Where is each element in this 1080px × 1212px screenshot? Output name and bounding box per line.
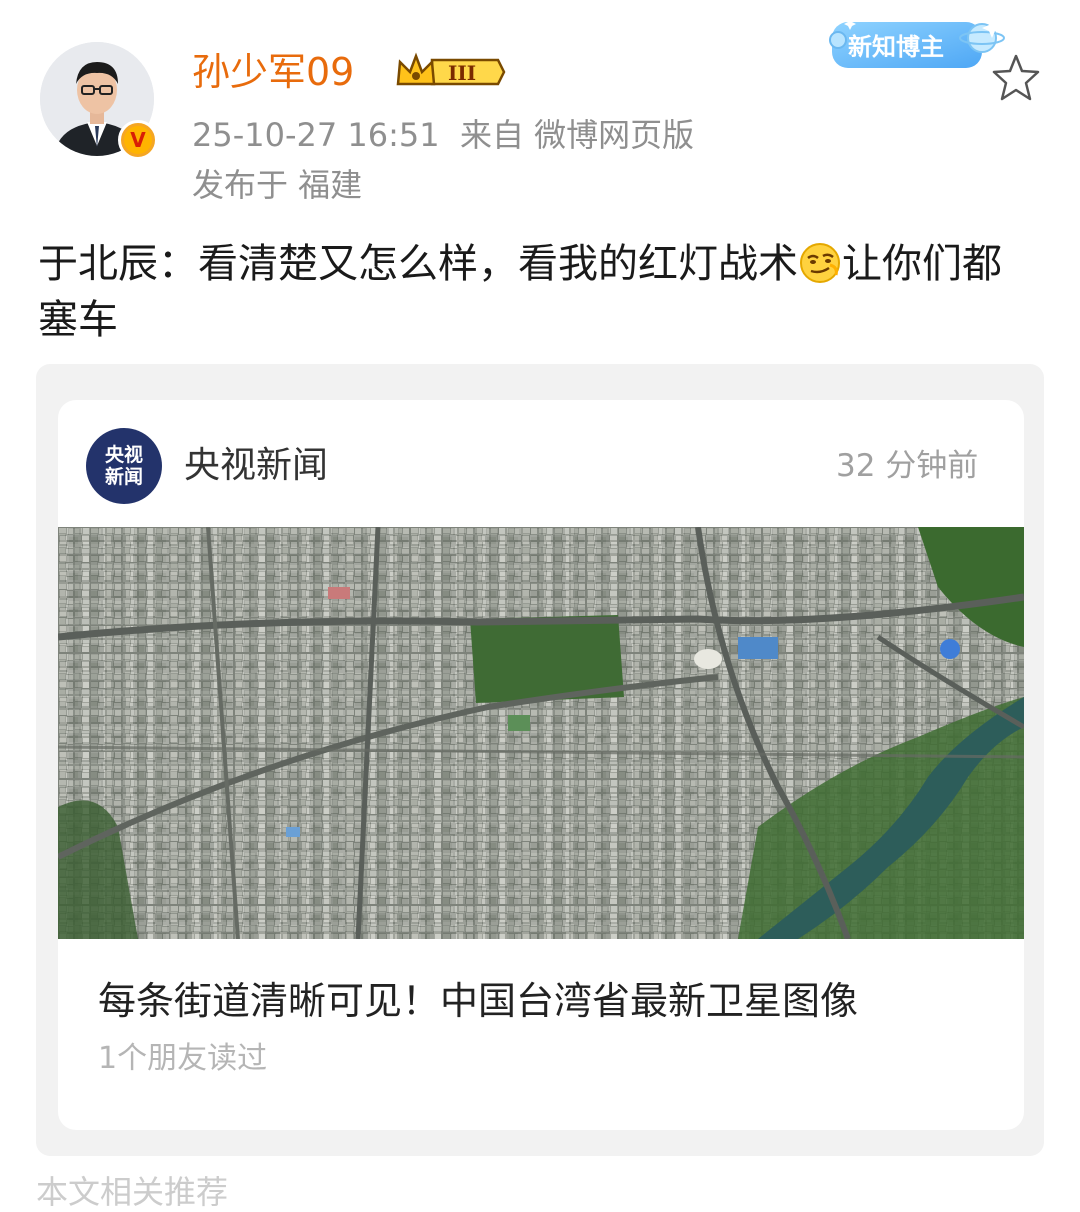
crown-icon: III [396,52,506,86]
username[interactable]: 孙少军09 [192,44,354,100]
card-source-name[interactable]: 央视新闻 [184,440,328,492]
related-recommendations-partial[interactable]: 本文相关推荐 [36,1172,228,1212]
member-crown-badge[interactable]: III [394,52,506,92]
post-date: 25-10-27 16:51 [192,116,440,154]
card-readers: 1个朋友读过 [98,1041,268,1076]
new-blogger-badge-graphic: 新知博主 [829,18,1005,68]
post-text: 于北辰：看清楚又怎么样，看我的红灯战术 让你们都塞车 [38,236,1038,348]
star-outline-icon [992,54,1040,101]
favorite-button[interactable] [990,52,1042,104]
new-blogger-badge[interactable]: 新知博主 [822,10,1014,80]
post-location: 发布于 福建 [192,166,363,204]
satellite-map-image[interactable] [56,526,1026,941]
post-meta: 25-10-27 16:51 来自 微博网页版 [192,112,694,158]
card-headline[interactable]: 每条街道清晰可见！中国台湾省最新卫星图像 [98,974,858,1028]
logo-line2: 新闻 [104,466,143,488]
post-text-part1: 于北辰：看清楚又怎么样，看我的红灯战术 [38,241,798,287]
smirk-emoji-icon [800,243,840,283]
member-level: III [448,61,476,85]
post-source[interactable]: 来自 微博网页版 [460,116,694,154]
satellite-map-graphic [56,526,1026,941]
card-time: 32 分钟前 [836,448,979,484]
verified-badge-icon: V [118,120,158,160]
logo-line1: 央视 [104,444,143,466]
cctv-news-logo[interactable]: 央视 新闻 [86,428,162,504]
new-blogger-label: 新知博主 [848,33,944,61]
